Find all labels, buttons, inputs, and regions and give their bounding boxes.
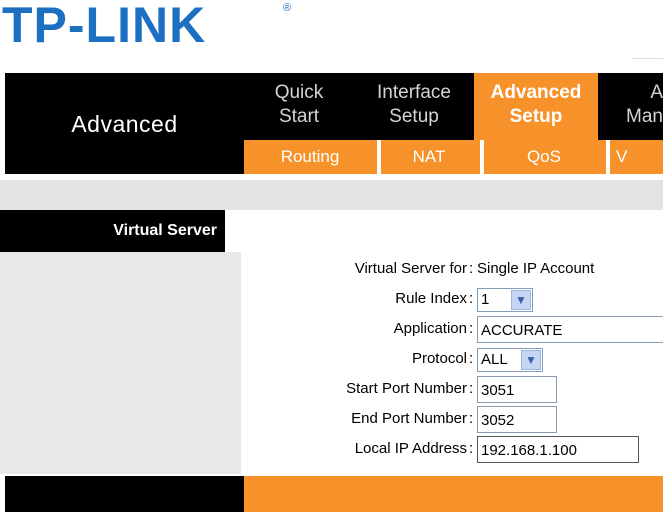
sub-nav: Routing NAT QoS V bbox=[244, 140, 663, 174]
tab-advanced-setup[interactable]: Advanced Setup bbox=[474, 73, 598, 140]
form-row-virtual-server-for: Virtual Server for : Single IP Account bbox=[245, 254, 663, 284]
panel-title-text: Virtual Server bbox=[113, 222, 217, 239]
tab-label-line1: Advanced bbox=[490, 82, 582, 103]
start-port-label: Start Port Number bbox=[346, 380, 467, 397]
tab-quick-start[interactable]: Quick Start bbox=[244, 73, 354, 140]
panel-title: Virtual Server bbox=[0, 210, 225, 252]
footer-left bbox=[5, 476, 244, 512]
colon: : bbox=[469, 320, 474, 337]
registered-mark: ® bbox=[283, 2, 292, 14]
main-nav: Quick Start Interface Setup Advanced Set… bbox=[244, 73, 663, 140]
chevron-down-icon[interactable]: ▼ bbox=[521, 350, 541, 370]
rule-index-select[interactable]: 1 ▼ bbox=[477, 288, 533, 312]
application-label: Application bbox=[393, 320, 467, 337]
virtual-server-for-label: Virtual Server for bbox=[354, 260, 467, 277]
rule-index-label: Rule Index bbox=[395, 290, 467, 307]
rule-index-value: 1 bbox=[481, 291, 490, 308]
tab-label-line2: Start bbox=[278, 106, 320, 127]
application-input[interactable]: ACCURATE bbox=[477, 316, 663, 343]
colon: : bbox=[469, 440, 474, 457]
form-row-protocol: Protocol : ALL ▼ bbox=[245, 344, 663, 374]
section-title: Advanced bbox=[71, 111, 178, 137]
subtab-truncated[interactable]: V bbox=[616, 140, 663, 174]
colon: : bbox=[469, 350, 474, 367]
left-panel bbox=[0, 252, 241, 474]
colon: : bbox=[469, 290, 474, 307]
local-ip-input[interactable]: 192.168.1.100 bbox=[477, 436, 639, 463]
tab-access-management[interactable]: A Man bbox=[598, 73, 663, 140]
chevron-down-icon[interactable]: ▼ bbox=[511, 290, 531, 310]
tp-link-logo: TP-LINK bbox=[2, 0, 207, 53]
tab-label-line1: A bbox=[650, 82, 663, 103]
form-row-rule-index: Rule Index : 1 ▼ bbox=[245, 284, 663, 314]
tab-label-line2: Setup bbox=[509, 106, 563, 127]
colon: : bbox=[469, 410, 474, 427]
protocol-label: Protocol bbox=[411, 350, 467, 367]
form-row-local-ip: Local IP Address : 192.168.1.100 bbox=[245, 434, 663, 464]
tab-label-line2: Setup bbox=[389, 106, 439, 127]
tab-label-line1: Quick bbox=[274, 82, 324, 103]
divider bbox=[632, 58, 663, 59]
subtab-qos[interactable]: QoS bbox=[484, 140, 604, 174]
subtab-nat[interactable]: NAT bbox=[381, 140, 477, 174]
colon: : bbox=[469, 260, 474, 277]
footer-bar bbox=[244, 476, 663, 512]
subtab-routing[interactable]: Routing bbox=[264, 140, 356, 174]
protocol-select[interactable]: ALL ▼ bbox=[477, 348, 543, 372]
end-port-label: End Port Number bbox=[351, 410, 467, 427]
tab-interface-setup[interactable]: Interface Setup bbox=[354, 73, 474, 140]
tab-label-line1: Interface bbox=[377, 82, 451, 103]
colon: : bbox=[469, 380, 474, 397]
form-row-end-port: End Port Number : 3052 bbox=[245, 404, 663, 434]
tab-label-line2: Man bbox=[626, 106, 663, 127]
local-ip-label: Local IP Address bbox=[354, 440, 467, 457]
virtual-server-for-value: Single IP Account bbox=[477, 260, 595, 277]
end-port-input[interactable]: 3052 bbox=[477, 406, 557, 433]
start-port-input[interactable]: 3051 bbox=[477, 376, 557, 403]
subtab-separator bbox=[606, 140, 610, 174]
spacer-bar bbox=[0, 180, 663, 210]
form-row-start-port: Start Port Number : 3051 bbox=[245, 374, 663, 404]
form-row-application: Application : ACCURATE bbox=[245, 314, 663, 344]
section-header: Advanced bbox=[5, 73, 244, 174]
protocol-value: ALL bbox=[481, 351, 508, 368]
